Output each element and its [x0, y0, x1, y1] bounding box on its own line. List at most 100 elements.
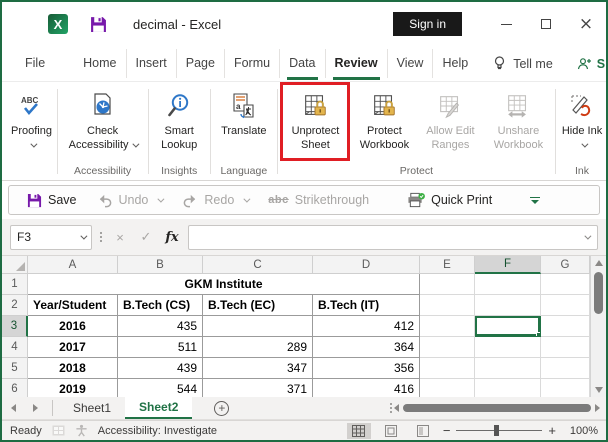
- check-accessibility-button[interactable]: Check Accessibility: [60, 86, 146, 163]
- scroll-down-icon[interactable]: [595, 387, 603, 393]
- cell-B3[interactable]: 435: [118, 316, 203, 337]
- unprotect-sheet-button[interactable]: Unprotect Sheet: [285, 86, 345, 157]
- cancel-icon[interactable]: ×: [110, 230, 130, 245]
- share-button[interactable]: Share: [577, 57, 606, 71]
- cell-G5[interactable]: [541, 358, 590, 379]
- tab-formulas[interactable]: Formu: [225, 49, 281, 78]
- cell-E4[interactable]: [420, 337, 475, 358]
- zoom-out-button[interactable]: −: [443, 423, 451, 438]
- row-header-3[interactable]: 3: [2, 316, 28, 337]
- tab-file[interactable]: File: [16, 49, 54, 78]
- vertical-scroll-thumb[interactable]: [594, 272, 603, 314]
- tell-me-button[interactable]: Tell me: [493, 56, 553, 71]
- minimize-button[interactable]: [486, 2, 526, 46]
- cell-A5[interactable]: 2018: [28, 358, 118, 379]
- select-all-button[interactable]: [2, 256, 28, 274]
- cell-D5[interactable]: 356: [313, 358, 420, 379]
- column-header-A[interactable]: A: [28, 256, 118, 274]
- view-normal-button[interactable]: [346, 422, 371, 439]
- cell-E3[interactable]: [420, 316, 475, 337]
- scroll-up-icon[interactable]: [595, 260, 603, 266]
- protect-workbook-button[interactable]: Protect Workbook: [351, 86, 417, 163]
- tab-view[interactable]: View: [388, 49, 434, 78]
- horizontal-scroll-thumb[interactable]: [403, 404, 591, 412]
- cell-B2[interactable]: B.Tech (CS): [118, 295, 203, 316]
- zoom-slider-thumb[interactable]: [494, 425, 500, 436]
- column-header-G[interactable]: G: [541, 256, 590, 274]
- smart-lookup-button[interactable]: Smart Lookup: [150, 86, 208, 163]
- column-header-E[interactable]: E: [420, 256, 475, 274]
- sign-in-button[interactable]: Sign in: [393, 12, 462, 36]
- cell-C2[interactable]: B.Tech (EC): [203, 295, 313, 316]
- tab-data[interactable]: Data: [280, 49, 326, 80]
- qat-quick-print-button[interactable]: Quick Print: [399, 188, 500, 212]
- cell-G2[interactable]: [541, 295, 590, 316]
- view-page-layout-button[interactable]: [379, 423, 403, 439]
- column-header-D[interactable]: D: [313, 256, 420, 274]
- column-header-C[interactable]: C: [203, 256, 313, 274]
- cell-B6[interactable]: 544: [118, 379, 203, 397]
- cell-F4[interactable]: [475, 337, 541, 358]
- hide-ink-button[interactable]: Hide Ink: [558, 86, 606, 163]
- cell-B5[interactable]: 439: [118, 358, 203, 379]
- cell-F6[interactable]: [475, 379, 541, 397]
- cell-D3[interactable]: 412: [313, 316, 420, 337]
- enter-check-icon[interactable]: ✓: [136, 229, 156, 245]
- sheet-nav-left-icon[interactable]: [2, 397, 24, 419]
- maximize-button[interactable]: [526, 2, 566, 46]
- tab-review[interactable]: Review: [326, 49, 388, 80]
- save-icon[interactable]: [90, 16, 107, 33]
- row-header-6[interactable]: 6: [2, 379, 28, 397]
- cell-F1[interactable]: [475, 274, 541, 295]
- row-header-1[interactable]: 1: [2, 274, 28, 295]
- cell-A6[interactable]: 2019: [28, 379, 118, 397]
- cell-A4[interactable]: 2017: [28, 337, 118, 358]
- proofing-button[interactable]: ABC Proofing: [8, 86, 55, 163]
- insert-function-icon[interactable]: fx: [162, 230, 182, 245]
- sheet-tab-sheet1[interactable]: Sheet1: [59, 397, 125, 419]
- fill-handle[interactable]: [536, 332, 540, 336]
- column-header-B[interactable]: B: [118, 256, 203, 274]
- tab-home[interactable]: Home: [74, 49, 127, 78]
- cell-D4[interactable]: 364: [313, 337, 420, 358]
- view-page-break-button[interactable]: [411, 423, 435, 439]
- cell-C4[interactable]: 289: [203, 337, 313, 358]
- tab-insert[interactable]: Insert: [127, 49, 177, 78]
- zoom-slider[interactable]: [456, 425, 543, 436]
- cell-F3-selected[interactable]: [475, 316, 541, 337]
- row-header-4[interactable]: 4: [2, 337, 28, 358]
- cell-B4[interactable]: 511: [118, 337, 203, 358]
- tab-page-layout[interactable]: Page: [177, 49, 225, 78]
- formula-bar-expand-icon[interactable]: [584, 232, 592, 240]
- cell-E5[interactable]: [420, 358, 475, 379]
- formula-input[interactable]: [188, 224, 598, 250]
- row-header-2[interactable]: 2: [2, 295, 28, 316]
- translate-button[interactable]: a Translate: [213, 86, 275, 163]
- cell-G3[interactable]: [541, 316, 590, 337]
- horizontal-scrollbar[interactable]: [394, 397, 606, 419]
- sheet-tab-sheet2[interactable]: Sheet2: [125, 397, 193, 419]
- row-header-5[interactable]: 5: [2, 358, 28, 379]
- cell-D6[interactable]: 416: [313, 379, 420, 397]
- qat-save-button[interactable]: Save: [19, 189, 85, 212]
- cell-E2[interactable]: [420, 295, 475, 316]
- spreadsheet-grid[interactable]: A B C D E F G 1 GKM Institute 2 Year/Student B.Tech…: [2, 256, 606, 397]
- sheet-nav-right-icon[interactable]: [24, 397, 46, 419]
- tab-help[interactable]: Help: [433, 49, 477, 78]
- name-box[interactable]: F3: [10, 224, 92, 250]
- new-sheet-button[interactable]: +: [214, 400, 230, 416]
- column-header-F[interactable]: F: [475, 256, 541, 274]
- cell-G4[interactable]: [541, 337, 590, 358]
- cell-C6[interactable]: 371: [203, 379, 313, 397]
- zoom-in-button[interactable]: +: [548, 423, 556, 438]
- scroll-left-icon[interactable]: [394, 404, 399, 412]
- cell-G6[interactable]: [541, 379, 590, 397]
- cell-C5[interactable]: 347: [203, 358, 313, 379]
- cell-E6[interactable]: [420, 379, 475, 397]
- cell-F5[interactable]: [475, 358, 541, 379]
- cell-A3[interactable]: 2016: [28, 316, 118, 337]
- cell-D2[interactable]: B.Tech (IT): [313, 295, 420, 316]
- scroll-right-icon[interactable]: [595, 404, 600, 412]
- cell-C3[interactable]: [203, 316, 313, 337]
- cell-A2[interactable]: Year/Student: [28, 295, 118, 316]
